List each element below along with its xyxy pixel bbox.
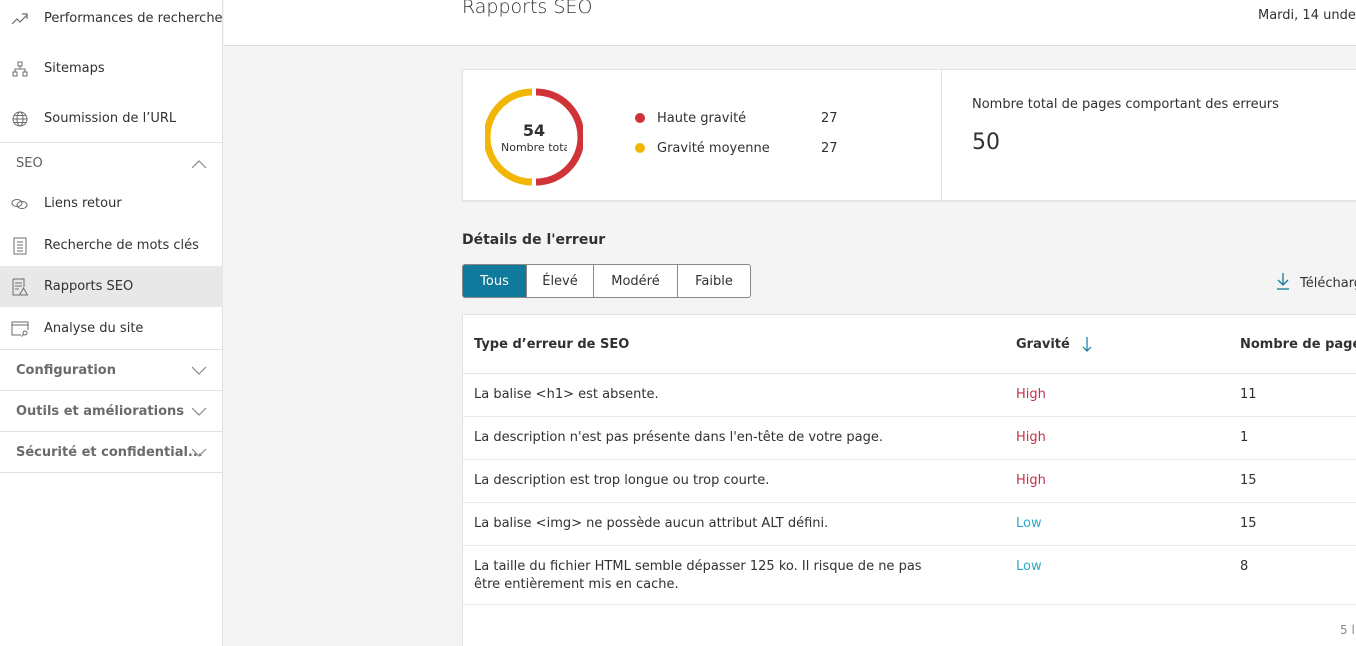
filter-low-button[interactable]: Faible	[678, 265, 750, 297]
error-type-cell: La balise <img> ne possède aucun attribu…	[474, 516, 829, 531]
sidebar-item-label: Recherche de mots clés	[44, 238, 199, 253]
section-label: Sécurité et confidential...	[16, 444, 203, 460]
filter-all-button[interactable]: Tous	[463, 265, 527, 297]
chevron-down-icon	[191, 406, 207, 416]
table-row[interactable]: La description est trop longue ou trop c…	[463, 460, 1356, 503]
total-errors-value: 54	[522, 120, 546, 140]
legend-value: 27	[821, 140, 838, 156]
sidebar-item-sitemaps[interactable]: Sitemaps	[0, 48, 223, 89]
chevron-down-icon	[191, 365, 207, 375]
sitemap-icon	[11, 60, 29, 78]
sidebar-item-label: Performances de recherche	[44, 11, 223, 26]
legend-label: Haute gravité	[657, 110, 747, 126]
summary-card: 54 Nombre total Haute gravité 27 Gravité…	[462, 69, 1356, 201]
sidebar-item-label: Analyse du site	[44, 321, 144, 336]
download-icon	[1276, 272, 1290, 294]
sidebar-section-configuration[interactable]: Configuration	[0, 349, 223, 390]
sidebar-item-site-scan[interactable]: Analyse du site	[0, 308, 223, 349]
legend-label: Gravité moyenne	[657, 140, 770, 156]
severity-cell: Low	[1016, 516, 1042, 531]
pages-with-errors-label: Nombre total de pages comportant des err…	[972, 97, 1279, 112]
sidebar-item-backlinks[interactable]: Liens retour	[0, 183, 223, 224]
error-type-cell: La balise <h1> est absente.	[474, 387, 659, 402]
download-label: Téléchargement	[1300, 275, 1356, 291]
severity-filter: Tous Élevé Modéré Faible	[462, 264, 751, 298]
trending-up-icon	[11, 10, 29, 28]
legend-dot-icon	[635, 113, 645, 123]
error-type-cell: La description n'est pas présente dans l…	[474, 430, 883, 445]
column-header-label: Gravité	[1016, 336, 1070, 352]
sidebar-item-search-performance[interactable]: Performances de recherche	[0, 0, 223, 39]
severity-cell: High	[1016, 387, 1046, 402]
column-header-error-type[interactable]: Type d’erreur de SEO	[474, 315, 629, 373]
legend-dot-icon	[635, 143, 645, 153]
page-count-cell: 15	[1240, 473, 1257, 488]
section-label: Configuration	[16, 362, 116, 378]
total-errors-label: Nombre total	[501, 140, 567, 154]
sidebar-section-security[interactable]: Sécurité et confidential...	[0, 431, 223, 472]
legend-item-high: Haute gravité 27	[635, 108, 838, 128]
sidebar-item-label: Soumission de l’URL	[44, 111, 177, 126]
report-warning-icon	[11, 278, 29, 296]
page-count-cell: 1	[1240, 430, 1249, 445]
column-header-page-count[interactable]: Nombre de pages	[1240, 315, 1356, 373]
filter-high-button[interactable]: Élevé	[527, 265, 594, 297]
severity-cell: High	[1016, 430, 1046, 445]
sidebar: Performances de recherche Sitemaps Soumi…	[0, 0, 223, 646]
filter-moderate-button[interactable]: Modéré	[594, 265, 678, 297]
page-count-cell: 8	[1240, 559, 1249, 574]
sidebar-item-keyword-research[interactable]: Recherche de mots clés	[0, 225, 223, 266]
section-label: SEO	[16, 155, 43, 171]
sidebar-item-url-submission[interactable]: Soumission de l’URL	[0, 98, 223, 139]
site-scan-icon	[11, 320, 29, 338]
sort-descending-icon	[1082, 336, 1092, 352]
error-type-cell: La taille du fichier HTML semble dépasse…	[474, 559, 922, 592]
sidebar-item-label: Liens retour	[44, 196, 122, 211]
table-row[interactable]: La description n'est pas présente dans l…	[463, 417, 1356, 460]
chevron-up-icon	[191, 158, 207, 169]
section-label: Outils et améliorations	[16, 403, 185, 419]
errors-table: Type d’erreur de SEO Gravité Nombre de p…	[462, 314, 1356, 646]
divider	[0, 472, 223, 473]
pagination-label: 5 l	[1340, 623, 1355, 637]
legend-item-medium: Gravité moyenne 27	[635, 138, 838, 158]
page-title: Rapports SEO	[462, 0, 593, 18]
download-button[interactable]: Téléchargement	[1276, 272, 1356, 294]
error-details-title: Détails de l'erreur	[462, 232, 606, 248]
error-type-cell: La description est trop longue ou trop c…	[474, 473, 770, 488]
document-list-icon	[11, 237, 29, 255]
pages-with-errors-value: 50	[972, 130, 1000, 155]
page-header: Rapports SEO Mardi, 14 undef	[224, 0, 1356, 46]
link-icon	[11, 195, 29, 213]
date-label: Mardi, 14 undef	[1258, 8, 1356, 23]
sidebar-section-tools[interactable]: Outils et améliorations	[0, 390, 223, 431]
page-count-cell: 15	[1240, 516, 1257, 531]
severity-cell: High	[1016, 473, 1046, 488]
divider	[941, 70, 942, 200]
globe-icon	[11, 110, 29, 128]
legend-value: 27	[821, 110, 838, 126]
sidebar-item-seo-reports[interactable]: Rapports SEO	[0, 266, 223, 307]
donut-center: 54 Nombre total	[485, 88, 583, 186]
chevron-down-icon	[191, 447, 207, 457]
sidebar-item-label: Sitemaps	[44, 61, 105, 76]
column-header-severity[interactable]: Gravité	[1016, 315, 1092, 373]
sidebar-item-label: Rapports SEO	[44, 279, 134, 294]
page-count-cell: 11	[1240, 387, 1257, 402]
table-row[interactable]: La balise <h1> est absente. High 11	[463, 374, 1356, 417]
sidebar-section-seo[interactable]: SEO	[0, 142, 223, 183]
table-row[interactable]: La taille du fichier HTML semble dépasse…	[463, 546, 1356, 605]
severity-cell: Low	[1016, 559, 1042, 574]
table-row[interactable]: La balise <img> ne possède aucun attribu…	[463, 503, 1356, 546]
